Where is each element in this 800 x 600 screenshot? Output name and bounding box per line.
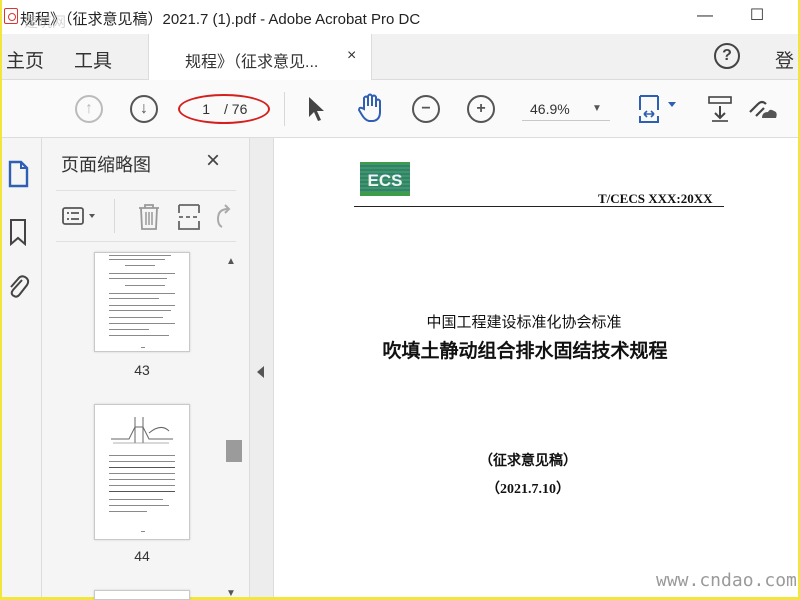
document-page-view: ECS T/CECS XXX:20XX 中国工程建设标准化协会标准 吹填土静动组… bbox=[274, 138, 798, 597]
ecs-logo: ECS bbox=[360, 162, 410, 196]
tab-bar: 主页 工具 规程》（征求意见... × ? 登 bbox=[2, 34, 798, 80]
toolbar-divider bbox=[284, 92, 285, 126]
delete-page-icon[interactable] bbox=[136, 203, 162, 231]
hand-icon[interactable] bbox=[356, 92, 386, 124]
help-icon[interactable]: ? bbox=[714, 43, 740, 69]
standard-code: T/CECS XXX:20XX bbox=[598, 191, 713, 206]
pane-splitter[interactable] bbox=[250, 138, 274, 597]
rotate-page-icon[interactable] bbox=[212, 203, 234, 231]
left-navigation-rail bbox=[2, 138, 42, 597]
document-organization: 中国工程建设标准化协会标准 bbox=[426, 314, 622, 331]
pdf-app-icon bbox=[4, 8, 18, 24]
sign-in-button[interactable]: 登 bbox=[775, 46, 794, 73]
collapse-pane-icon[interactable] bbox=[257, 366, 264, 378]
site-watermark: www.cndao.com bbox=[656, 570, 797, 591]
watermark-top: 建筑网 bbox=[24, 15, 66, 31]
close-pane-icon[interactable]: × bbox=[206, 147, 220, 175]
zoom-in-icon[interactable]: + bbox=[467, 95, 495, 123]
page-thumbnails-pane: 页面缩略图 × 43 44 ▲ ▼ bbox=[42, 138, 250, 600]
page-thumbnails-icon[interactable] bbox=[6, 160, 30, 188]
title-bar: 规程》（征求意见稿）2021.7 (1).pdf - Adobe Acrobat… bbox=[2, 0, 798, 34]
thumbnail-scrollbar[interactable]: ▲ ▼ bbox=[224, 252, 242, 599]
acrobat-window: 规程》（征求意见稿）2021.7 (1).pdf - Adobe Acrobat… bbox=[0, 0, 800, 600]
options-menu-icon[interactable] bbox=[62, 206, 104, 226]
next-page-icon[interactable]: ↓ bbox=[130, 95, 158, 123]
scroll-up-icon[interactable]: ▲ bbox=[226, 256, 236, 267]
thumbnail-toolbar bbox=[56, 190, 236, 242]
window-title: 规程》（征求意见稿）2021.7 (1).pdf - Adobe Acrobat… bbox=[20, 11, 421, 28]
tab-tools[interactable]: 工具 bbox=[74, 46, 112, 73]
main-toolbar: ↑ ↓ 1 / 76 − + 46.9% ▼ bbox=[2, 80, 798, 138]
red-annotation-ellipse bbox=[178, 94, 270, 124]
pane-title: 页面缩略图 bbox=[61, 155, 151, 175]
thumbnail-page-number: 43 bbox=[134, 362, 150, 378]
bookmark-icon[interactable] bbox=[6, 218, 30, 246]
minimize-button[interactable]: — bbox=[692, 4, 718, 28]
link-icon[interactable] bbox=[744, 92, 778, 126]
document-tab-label: 规程》（征求意见... bbox=[185, 54, 319, 71]
page-thumbnail-44[interactable] bbox=[94, 404, 190, 540]
document-date: （2021.7.10） bbox=[486, 482, 570, 497]
page-thumbnail-43[interactable] bbox=[94, 252, 190, 352]
tab-document[interactable]: 规程》（征求意见... × bbox=[148, 34, 372, 80]
attachment-icon[interactable] bbox=[6, 272, 30, 300]
select-pointer-icon[interactable] bbox=[306, 95, 326, 123]
close-tab-icon[interactable]: × bbox=[347, 47, 356, 65]
maximize-button[interactable]: ☐ bbox=[744, 4, 770, 28]
thumbnail-page-number: 44 bbox=[134, 548, 150, 564]
page-thumbnail-partial[interactable] bbox=[94, 590, 190, 600]
scroll-down-icon[interactable]: ▼ bbox=[226, 588, 236, 599]
fit-page-icon[interactable] bbox=[636, 92, 680, 126]
zoom-level-select[interactable]: 46.9% ▼ bbox=[522, 97, 610, 121]
zoom-level-value: 46.9% bbox=[530, 101, 570, 117]
document-title: 吹填土静动组合排水固结技术规程 bbox=[382, 341, 668, 362]
chevron-down-icon: ▼ bbox=[592, 103, 602, 114]
tab-home[interactable]: 主页 bbox=[6, 46, 44, 73]
scrollbar-thumb[interactable] bbox=[226, 440, 242, 462]
zoom-out-icon[interactable]: − bbox=[412, 95, 440, 123]
insert-pages-icon[interactable] bbox=[176, 203, 202, 231]
header-rule bbox=[354, 206, 724, 207]
ecs-logo-text: ECS bbox=[368, 171, 403, 190]
scroll-mode-icon[interactable] bbox=[706, 94, 736, 124]
thumbnail-figure bbox=[111, 417, 173, 444]
previous-page-icon[interactable]: ↑ bbox=[75, 95, 103, 123]
toolbar-divider bbox=[114, 199, 115, 233]
draft-label: （征求意见稿） bbox=[479, 452, 577, 468]
